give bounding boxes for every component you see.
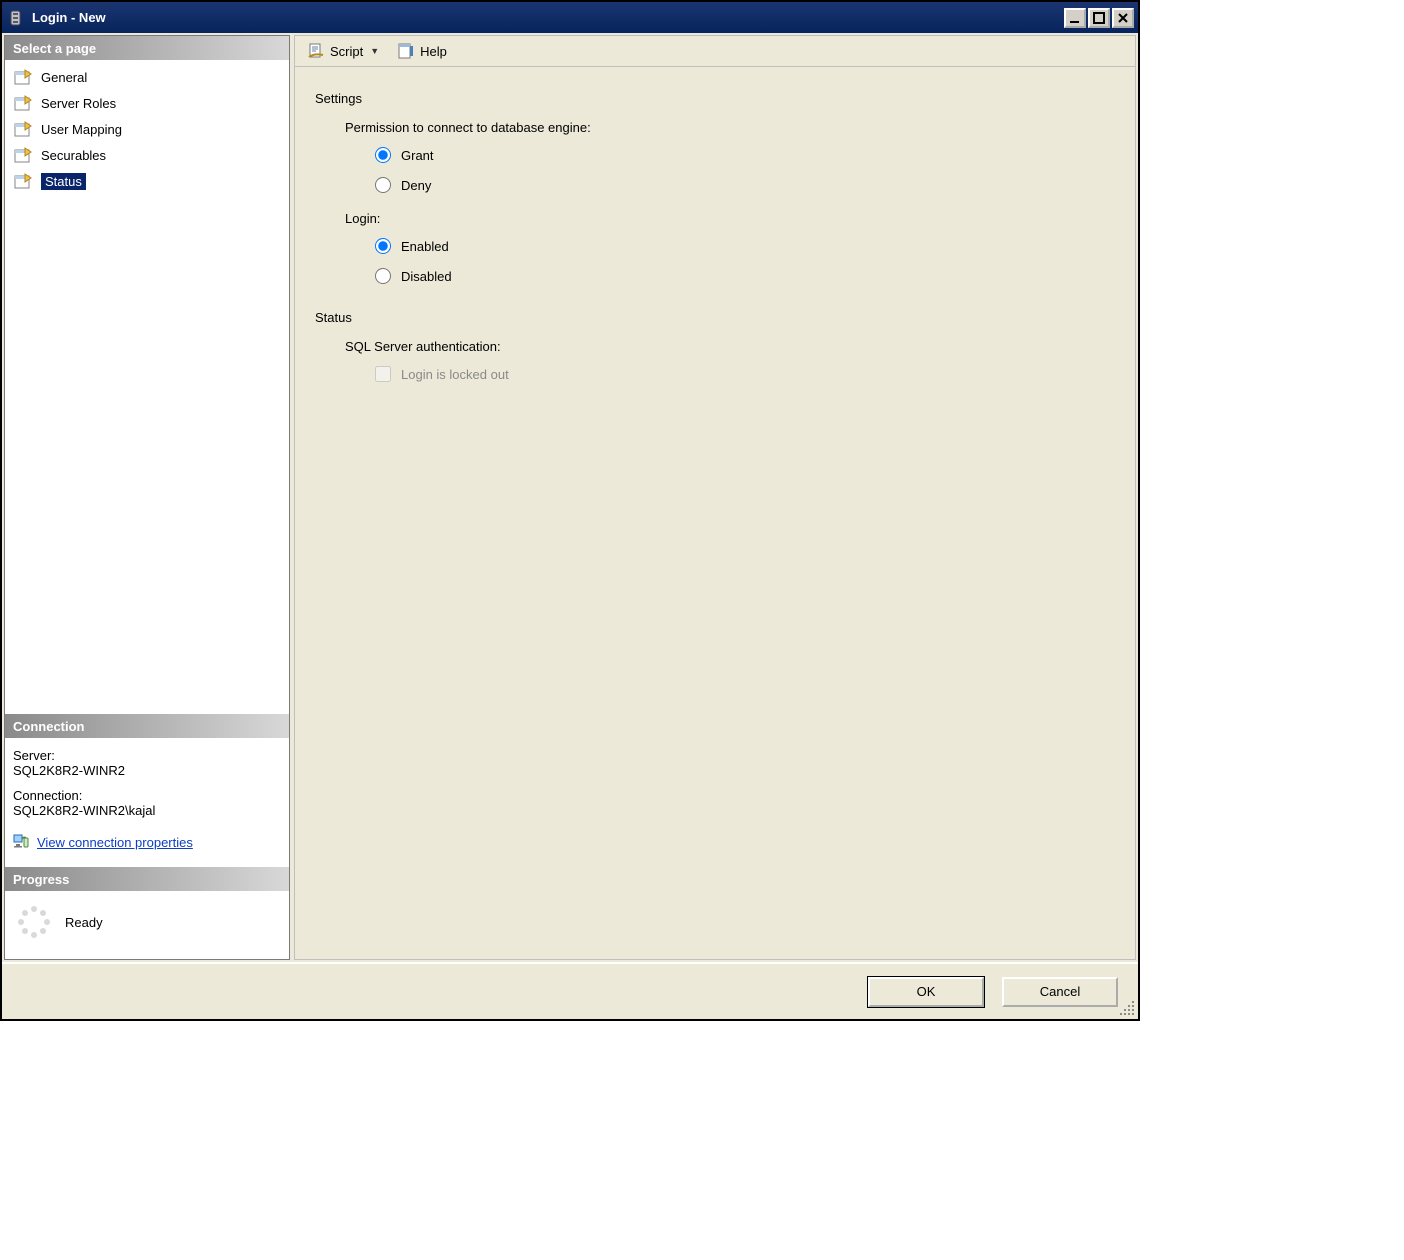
login-disabled-option[interactable]: Disabled [375, 268, 1121, 284]
nav-general[interactable]: General [9, 64, 285, 90]
view-connection-properties[interactable]: View connection properties [13, 832, 281, 853]
page-icon [13, 120, 35, 138]
page-icon [13, 94, 35, 112]
nav-label: User Mapping [41, 122, 122, 137]
page-icon [13, 146, 35, 164]
script-icon [307, 42, 325, 60]
server-value: SQL2K8R2-WINR2 [13, 763, 281, 778]
chevron-down-icon: ▼ [370, 46, 379, 56]
nav-status[interactable]: Status [9, 168, 285, 194]
connection-header: Connection [5, 714, 289, 738]
page-icon [13, 68, 35, 86]
locked-out-option: Login is locked out [375, 366, 1121, 382]
login-enabled-label: Enabled [401, 239, 449, 254]
progress-header: Progress [5, 867, 289, 891]
minimize-button[interactable] [1064, 8, 1086, 28]
select-page-header: Select a page [5, 36, 289, 60]
connection-value: SQL2K8R2-WINR2\kajal [13, 803, 281, 818]
view-connection-link[interactable]: View connection properties [37, 835, 193, 850]
permission-deny-label: Deny [401, 178, 431, 193]
connection-icon [13, 832, 31, 853]
nav-securables[interactable]: Securables [9, 142, 285, 168]
dialog-button-bar: OK Cancel [2, 963, 1138, 1019]
permission-deny-radio[interactable] [375, 177, 391, 193]
login-dialog: Login - New Select a page [0, 0, 1140, 1021]
login-disabled-radio[interactable] [375, 268, 391, 284]
cancel-button[interactable]: Cancel [1002, 977, 1118, 1007]
page-icon [13, 172, 35, 190]
nav-label: General [41, 70, 87, 85]
close-button[interactable] [1112, 8, 1134, 28]
progress-text: Ready [65, 915, 103, 930]
permission-grant-radio[interactable] [375, 147, 391, 163]
login-heading: Login: [345, 211, 1121, 226]
title-bar: Login - New [2, 2, 1138, 33]
nav-label: Securables [41, 148, 106, 163]
page-nav: General Server Roles User Mapping [5, 60, 289, 714]
login-disabled-label: Disabled [401, 269, 452, 284]
status-heading: Status [315, 310, 1121, 325]
script-button[interactable]: Script ▼ [301, 40, 385, 62]
progress-panel: Ready [5, 891, 289, 959]
permission-heading: Permission to connect to database engine… [345, 120, 1121, 135]
right-column: Script ▼ Help [294, 35, 1136, 960]
login-enabled-option[interactable]: Enabled [375, 238, 1121, 254]
client-area: Select a page General Server Roles [2, 33, 1138, 1019]
settings-heading: Settings [315, 91, 1121, 106]
window-title: Login - New [32, 10, 1062, 25]
help-icon [397, 42, 415, 60]
content-toolbar: Script ▼ Help [294, 35, 1136, 67]
locked-out-checkbox [375, 366, 391, 382]
app-icon [8, 9, 26, 27]
nav-user-mapping[interactable]: User Mapping [9, 116, 285, 142]
permission-grant-option[interactable]: Grant [375, 147, 1121, 163]
maximize-button[interactable] [1088, 8, 1110, 28]
script-label: Script [330, 44, 363, 59]
help-label: Help [420, 44, 447, 59]
status-page: Settings Permission to connect to databa… [294, 67, 1136, 960]
upper-panels: Select a page General Server Roles [2, 33, 1138, 963]
ok-button[interactable]: OK [868, 977, 984, 1007]
spinner-icon [17, 905, 51, 939]
connection-label: Connection: [13, 788, 281, 803]
sql-auth-heading: SQL Server authentication: [345, 339, 1121, 354]
window-controls [1062, 8, 1134, 28]
nav-label: Status [41, 173, 86, 190]
permission-deny-option[interactable]: Deny [375, 177, 1121, 193]
login-enabled-radio[interactable] [375, 238, 391, 254]
permission-grant-label: Grant [401, 148, 434, 163]
locked-out-label: Login is locked out [401, 367, 509, 382]
help-button[interactable]: Help [391, 40, 453, 62]
nav-label: Server Roles [41, 96, 116, 111]
nav-server-roles[interactable]: Server Roles [9, 90, 285, 116]
left-column: Select a page General Server Roles [4, 35, 290, 960]
connection-panel: Server: SQL2K8R2-WINR2 Connection: SQL2K… [5, 738, 289, 867]
server-label: Server: [13, 748, 281, 763]
